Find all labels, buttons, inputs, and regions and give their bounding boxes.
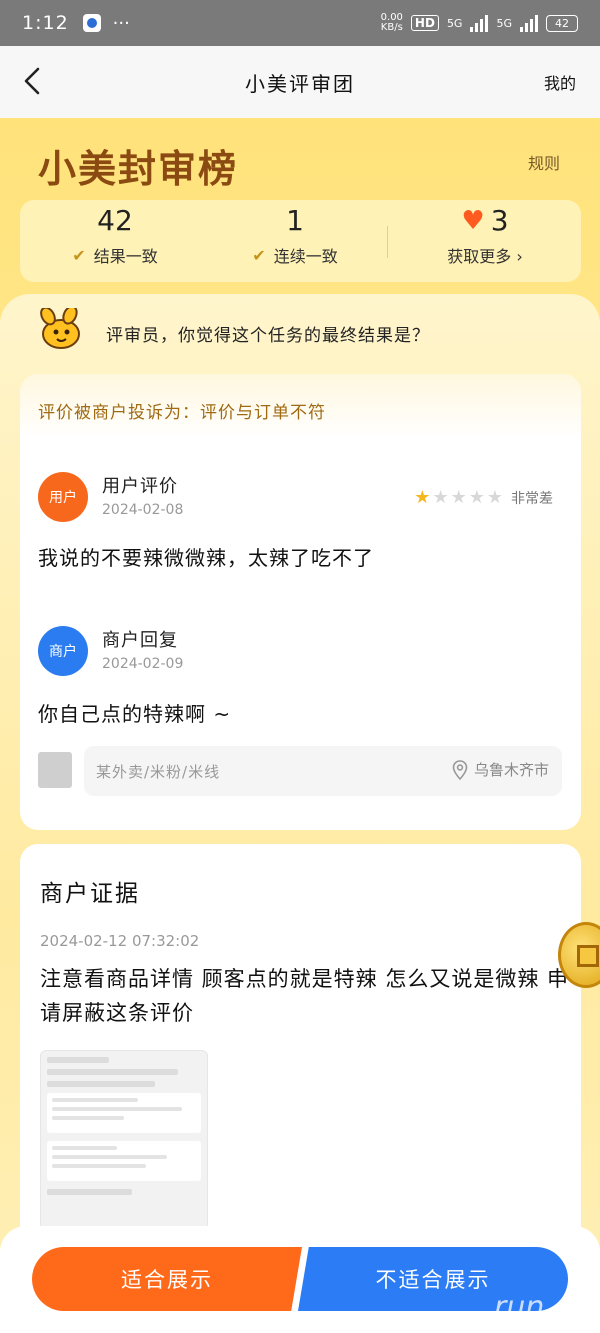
hearts-count: 3 bbox=[490, 204, 509, 237]
stat-consistent: 42 ✔ 结果一致 bbox=[40, 200, 190, 282]
status-right: 0.00 KB/s HD 5G 5G 42 bbox=[381, 13, 578, 33]
streak-count: 1 bbox=[286, 204, 304, 237]
mascot-icon bbox=[40, 308, 80, 349]
get-more-link[interactable]: 获取更多 › bbox=[447, 243, 523, 267]
store-city: 乌鲁木齐市 bbox=[473, 761, 549, 779]
evidence-time: 2024-02-12 07:32:02 bbox=[40, 932, 200, 950]
rules-link[interactable]: 规则 bbox=[528, 150, 560, 174]
merchant-reply-text: 你自己点的特辣啊 ~ bbox=[38, 702, 232, 726]
battery-icon: 42 bbox=[546, 14, 578, 32]
rating-text: 非常差 bbox=[511, 490, 553, 507]
user-review-title: 用户评价 bbox=[102, 476, 178, 497]
approve-button[interactable]: 适合展示 bbox=[32, 1247, 302, 1311]
user-review-date: 2024-02-08 bbox=[102, 502, 184, 518]
star-icon: ★ bbox=[432, 487, 449, 508]
streak-label: 连续一致 bbox=[273, 247, 338, 266]
back-icon[interactable] bbox=[18, 66, 48, 96]
status-time: 1:12 bbox=[22, 12, 69, 34]
stats-panel: 42 ✔ 结果一致 1 ✔ 连续一致 ♥ 3 获取更多 › bbox=[20, 200, 581, 282]
merchant-reply-title: 商户回复 bbox=[102, 630, 178, 651]
divider bbox=[387, 226, 388, 258]
check-icon: ✔ bbox=[72, 245, 86, 265]
signal-label-2: 5G bbox=[496, 16, 512, 30]
brand-title: 小美封审榜 bbox=[38, 146, 239, 191]
merchant-reply-date: 2024-02-09 bbox=[102, 656, 184, 672]
double-check-icon: ✔ bbox=[252, 245, 266, 265]
app-notification-icon bbox=[82, 14, 101, 32]
store-name: 某外卖/米粉/米线 bbox=[96, 763, 221, 781]
consistent-count: 42 bbox=[97, 204, 133, 237]
case-card: 评价被商户投诉为：评价与订单不符 用户 用户评价 2024-02-08 ★ ★ … bbox=[20, 374, 581, 830]
signal-bars-icon bbox=[470, 14, 489, 32]
status-bar: 1:12 ··· 0.00 KB/s HD 5G 5G 42 bbox=[0, 0, 600, 46]
evidence-screenshot[interactable] bbox=[40, 1050, 208, 1230]
user-avatar: 用户 bbox=[38, 472, 88, 522]
heart-icon: ♥ bbox=[461, 205, 485, 236]
complaint-reason: 评价被商户投诉为：评价与订单不符 bbox=[38, 403, 326, 423]
star-icon: ★ bbox=[468, 487, 485, 508]
signal-bars-icon bbox=[520, 14, 538, 32]
star-icon: ★ bbox=[486, 487, 503, 508]
store-thumbnail bbox=[38, 752, 72, 788]
evidence-title: 商户证据 bbox=[40, 881, 140, 907]
star-icon: ★ bbox=[450, 487, 467, 508]
star-icon: ★ bbox=[414, 487, 431, 508]
signal-label-1: 5G bbox=[446, 16, 463, 30]
location-pin-icon bbox=[452, 759, 468, 780]
watermark: run bbox=[494, 1290, 545, 1325]
mine-link[interactable]: 我的 bbox=[544, 70, 576, 94]
page-title: 小美评审团 bbox=[245, 71, 355, 96]
evidence-text: 注意看商品详情 顾客点的就是特辣 怎么又说是微辣 申请屏蔽这条评价 bbox=[40, 967, 570, 1025]
store-location: 乌鲁木齐市 bbox=[452, 759, 549, 780]
stat-streak: 1 ✔ 连续一致 bbox=[220, 200, 370, 282]
consistent-label: 结果一致 bbox=[93, 247, 158, 266]
net-speed: 0.00 KB/s bbox=[380, 12, 403, 33]
review-question: 评审员，你觉得这个任务的最终结果是？ bbox=[106, 326, 430, 346]
stat-hearts[interactable]: ♥ 3 获取更多 › bbox=[400, 200, 570, 282]
nav-bar: 小美评审团 我的 bbox=[0, 46, 600, 118]
rating-stars: ★ ★ ★ ★ ★ 非常差 bbox=[414, 487, 553, 508]
user-review-text: 我说的不要辣微微辣，太辣了吃不了 bbox=[38, 546, 374, 570]
hd-icon: HD bbox=[410, 15, 439, 31]
more-notifications-icon: ··· bbox=[112, 12, 130, 34]
merchant-avatar: 商户 bbox=[38, 626, 88, 676]
evidence-card: 商户证据 2024-02-12 07:32:02 注意看商品详情 顾客点的就是特… bbox=[20, 844, 581, 1264]
